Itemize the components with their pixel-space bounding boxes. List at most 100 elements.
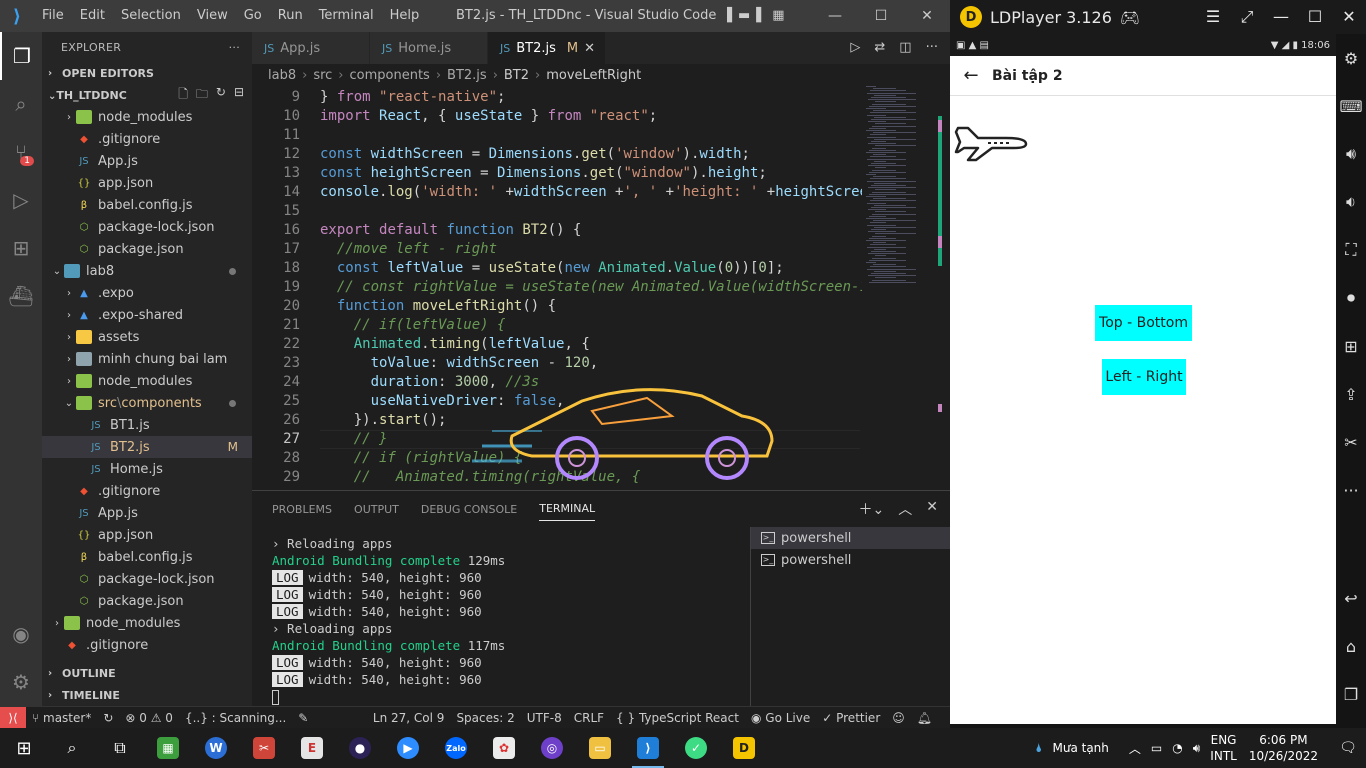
more-actions-icon[interactable]: ··· xyxy=(229,41,240,54)
tree-item[interactable]: {} app.json xyxy=(42,172,252,194)
github-desktop-icon[interactable]: ◎ xyxy=(528,728,576,768)
branch-status[interactable]: ⑂ master* xyxy=(26,711,97,725)
eclipse-icon[interactable]: ● xyxy=(336,728,384,768)
volume-icon[interactable]: 🔊︎ xyxy=(1193,741,1201,756)
close-button[interactable]: ✕ xyxy=(1332,7,1366,27)
minimize-button[interactable]: — xyxy=(812,0,858,32)
task-view-icon[interactable]: ⧉ xyxy=(96,728,144,768)
maximize-button[interactable]: ☐ xyxy=(1298,7,1332,27)
zoom-icon[interactable]: ▶ xyxy=(384,728,432,768)
menu-icon[interactable]: ☰ xyxy=(1196,7,1230,27)
explorer-icon[interactable]: ❐ xyxy=(0,32,42,80)
encoding[interactable]: UTF-8 xyxy=(521,711,568,725)
extensions-icon[interactable]: ⊞ xyxy=(0,224,42,272)
terminal-instance[interactable]: >_ powershell xyxy=(751,549,950,571)
close-tab-icon[interactable]: ✕ xyxy=(584,41,595,56)
tree-item[interactable]: › node_modules xyxy=(42,106,252,128)
close-panel-icon[interactable]: ✕ xyxy=(926,499,938,519)
tray-expand-icon[interactable]: ︿ xyxy=(1129,740,1141,757)
run-icon[interactable]: ▷ xyxy=(850,32,860,64)
volume-down-icon[interactable]: 🔉︎ xyxy=(1346,178,1356,226)
menu-help[interactable]: Help xyxy=(382,0,428,32)
tab-appjs[interactable]: JS App.js xyxy=(252,32,370,64)
toggle-secondary-sidebar-icon[interactable]: ▌ xyxy=(756,0,766,32)
collapse-all-icon[interactable]: ⊟ xyxy=(234,85,244,106)
menu-file[interactable]: File xyxy=(34,0,72,32)
gamepad-icon[interactable]: 🎮︎ xyxy=(1120,8,1140,27)
android-recents-icon[interactable]: ❐ xyxy=(1344,670,1358,718)
tree-item[interactable]: ⬡ package-lock.json xyxy=(42,568,252,590)
breadcrumb-item[interactable]: src xyxy=(313,68,332,83)
back-arrow-icon[interactable]: ← xyxy=(950,65,992,86)
problems-status[interactable]: ⊗ 0 ⚠ 0 xyxy=(119,711,179,725)
record-icon[interactable]: ⏺ xyxy=(1347,274,1355,322)
app-w-icon[interactable]: W xyxy=(192,728,240,768)
android-home-icon[interactable]: ⌂ xyxy=(1346,622,1356,670)
panel-tab-debug-console[interactable]: DEBUG CONSOLE xyxy=(421,503,517,516)
snipping-tool-icon[interactable]: ✂ xyxy=(240,728,288,768)
new-terminal-icon[interactable]: ＋⌄ xyxy=(859,499,885,519)
clock[interactable]: 6:06 PM 10/26/2022 xyxy=(1249,732,1318,764)
tree-item[interactable]: ◆ .gitignore xyxy=(42,128,252,150)
tree-item[interactable]: β babel.config.js xyxy=(42,194,252,216)
tree-item[interactable]: ⬡ package-lock.json xyxy=(42,216,252,238)
settings-gear-icon[interactable]: ⚙ xyxy=(1344,34,1358,82)
new-file-icon[interactable]: 🗋 xyxy=(178,85,188,106)
account-icon[interactable]: ◉ xyxy=(0,610,42,658)
pen-icon[interactable]: ✎ xyxy=(292,711,314,725)
file-explorer-icon[interactable]: ▭ xyxy=(576,728,624,768)
feedback-icon[interactable]: ☺ xyxy=(886,711,911,725)
prettier-status[interactable]: ✓ Prettier xyxy=(816,711,886,725)
wifi-icon[interactable]: ◔ xyxy=(1172,741,1182,755)
language-mode[interactable]: { } TypeScript React xyxy=(610,711,745,725)
tree-item[interactable]: β babel.config.js xyxy=(42,546,252,568)
tree-item[interactable]: ◆ .gitignore xyxy=(42,634,252,656)
tree-item[interactable]: JS App.js xyxy=(42,150,252,172)
keyboard-icon[interactable]: ⌨ xyxy=(1339,82,1362,130)
menu-view[interactable]: View xyxy=(189,0,236,32)
apk-install-icon[interactable]: ⇪ xyxy=(1344,370,1357,418)
search-icon[interactable]: ⌕ xyxy=(0,80,42,128)
menu-go[interactable]: Go xyxy=(236,0,270,32)
menu-terminal[interactable]: Terminal xyxy=(311,0,382,32)
editor-scrollbar[interactable] xyxy=(936,86,950,490)
battery-icon[interactable]: ▭ xyxy=(1151,741,1162,755)
menu-edit[interactable]: Edit xyxy=(72,0,113,32)
indentation[interactable]: Spaces: 2 xyxy=(450,711,520,725)
compare-icon[interactable]: ⇄ xyxy=(874,32,885,64)
tree-item[interactable]: JS App.js xyxy=(42,502,252,524)
minimize-button[interactable]: — xyxy=(1264,7,1298,27)
notification-center-icon[interactable]: 🗨︎ xyxy=(1330,740,1366,756)
panel-tab-terminal[interactable]: TERMINAL xyxy=(539,502,596,521)
panel-tab-output[interactable]: OUTPUT xyxy=(354,503,399,516)
minimap[interactable] xyxy=(862,86,938,490)
weather-text[interactable]: Mưa tạnh xyxy=(1052,741,1108,755)
multi-instance-icon[interactable]: ⊞ xyxy=(1344,322,1357,370)
tree-item[interactable]: JS Home.js xyxy=(42,458,252,480)
dictionary-icon[interactable]: E xyxy=(288,728,336,768)
tree-item[interactable]: ⬡ package.json xyxy=(42,238,252,260)
tree-item[interactable]: JS BT1.js xyxy=(42,414,252,436)
screenshot-icon[interactable]: ⛶ xyxy=(1345,226,1356,274)
maximize-panel-icon[interactable]: ︿ xyxy=(898,499,912,519)
breadcrumb-item[interactable]: lab8 xyxy=(268,68,296,83)
windows-start-icon[interactable]: ⊞ xyxy=(0,738,48,759)
top-bottom-button[interactable]: Top - Bottom xyxy=(1095,305,1192,341)
tab-bt2js[interactable]: JS BT2.js M ✕ xyxy=(488,32,606,64)
new-folder-icon[interactable]: 🗀 xyxy=(196,85,208,106)
sync-icon[interactable]: ↻ xyxy=(97,711,119,725)
timeline-section[interactable]: › TIMELINE xyxy=(42,684,252,706)
toggle-sidebar-icon[interactable]: ▐ xyxy=(722,0,732,32)
tree-item[interactable]: ⬡ package.json xyxy=(42,590,252,612)
tree-item[interactable]: › minh chung bai lam xyxy=(42,348,252,370)
tree-item[interactable]: ⌄ src \ components xyxy=(42,392,252,414)
code-editor[interactable]: 9} from "react-native"; 10 import React, {… xyxy=(252,86,950,490)
search-icon[interactable]: ⌕ xyxy=(48,728,96,768)
customize-layout-icon[interactable]: ▦ xyxy=(772,0,784,32)
cursor-position[interactable]: Ln 27, Col 9 xyxy=(367,711,451,725)
vscode-taskbar-icon[interactable]: ⟩ xyxy=(624,728,672,768)
scissors-icon[interactable]: ✂ xyxy=(1344,418,1357,466)
left-right-button[interactable]: Left - Right xyxy=(1102,359,1186,395)
split-editor-icon[interactable]: ◫ xyxy=(899,32,911,64)
android-studio-icon[interactable]: ✓ xyxy=(672,728,720,768)
